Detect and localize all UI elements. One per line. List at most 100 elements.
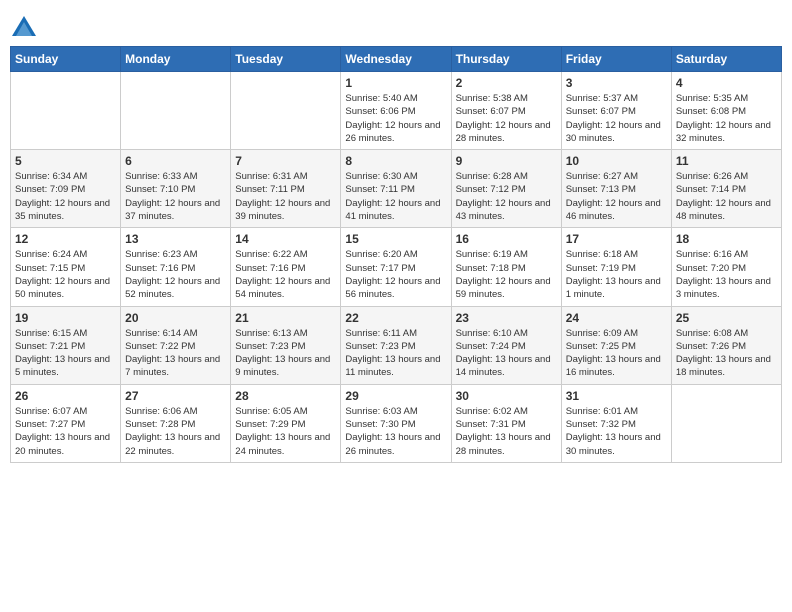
calendar-cell: 6 Sunrise: 6:33 AM Sunset: 7:10 PM Daylig… <box>121 150 231 228</box>
day-info: Sunrise: 6:16 AM Sunset: 7:20 PM Dayligh… <box>676 248 777 301</box>
day-number: 25 <box>676 311 777 325</box>
day-info: Sunrise: 6:30 AM Sunset: 7:11 PM Dayligh… <box>345 170 446 223</box>
day-info: Sunrise: 6:09 AM Sunset: 7:25 PM Dayligh… <box>566 327 667 380</box>
weekday-header: Thursday <box>451 47 561 72</box>
calendar-cell <box>121 72 231 150</box>
weekday-header: Tuesday <box>231 47 341 72</box>
day-info: Sunrise: 5:37 AM Sunset: 6:07 PM Dayligh… <box>566 92 667 145</box>
calendar-cell: 15Sunrise: 6:20 AM Sunset: 7:17 PM Dayli… <box>341 228 451 306</box>
day-info: Sunrise: 6:34 AM Sunset: 7:09 PM Dayligh… <box>15 170 116 223</box>
calendar-week-row: 26 Sunrise: 6:07 AM Sunset: 7:27 PM Dayli… <box>11 384 782 462</box>
calendar-cell: 12 Sunrise: 6:24 AM Sunset: 7:15 PM Dayli… <box>11 228 121 306</box>
day-info: Sunrise: 6:10 AM Sunset: 7:24 PM Dayligh… <box>456 327 557 380</box>
weekday-header: Sunday <box>11 47 121 72</box>
calendar-cell: 13 Sunrise: 6:23 AM Sunset: 7:16 PM Dayli… <box>121 228 231 306</box>
calendar-cell: 2 Sunrise: 5:38 AM Sunset: 6:07 PM Daylig… <box>451 72 561 150</box>
day-number: 26 <box>15 389 116 403</box>
day-number: 30 <box>456 389 557 403</box>
calendar-cell: 17 Sunrise: 6:18 AM Sunset: 7:19 PM Dayli… <box>561 228 671 306</box>
calendar-week-row: 12 Sunrise: 6:24 AM Sunset: 7:15 PM Dayli… <box>11 228 782 306</box>
day-info: Sunrise: 6:33 AM Sunset: 7:10 PM Dayligh… <box>125 170 226 223</box>
calendar-cell: 29 Sunrise: 6:03 AM Sunset: 7:30 PM Dayli… <box>341 384 451 462</box>
day-number: 27 <box>125 389 226 403</box>
calendar-cell: 8 Sunrise: 6:30 AM Sunset: 7:11 PM Daylig… <box>341 150 451 228</box>
day-info: Sunrise: 6:07 AM Sunset: 7:27 PM Dayligh… <box>15 405 116 458</box>
calendar-cell: 24 Sunrise: 6:09 AM Sunset: 7:25 PM Dayli… <box>561 306 671 384</box>
calendar-cell: 10 Sunrise: 6:27 AM Sunset: 7:13 PM Dayli… <box>561 150 671 228</box>
day-number: 10 <box>566 154 667 168</box>
calendar-cell: 4Sunrise: 5:35 AM Sunset: 6:08 PM Daylig… <box>671 72 781 150</box>
day-number: 18 <box>676 232 777 246</box>
weekday-header: Saturday <box>671 47 781 72</box>
calendar-cell: 22 Sunrise: 6:11 AM Sunset: 7:23 PM Dayli… <box>341 306 451 384</box>
day-number: 4 <box>676 76 777 90</box>
day-number: 11 <box>676 154 777 168</box>
calendar-cell: 21Sunrise: 6:13 AM Sunset: 7:23 PM Dayli… <box>231 306 341 384</box>
calendar-header-row: SundayMondayTuesdayWednesdayThursdayFrid… <box>11 47 782 72</box>
day-info: Sunrise: 6:31 AM Sunset: 7:11 PM Dayligh… <box>235 170 336 223</box>
day-number: 24 <box>566 311 667 325</box>
day-number: 6 <box>125 154 226 168</box>
day-number: 2 <box>456 76 557 90</box>
day-info: Sunrise: 6:24 AM Sunset: 7:15 PM Dayligh… <box>15 248 116 301</box>
day-info: Sunrise: 6:11 AM Sunset: 7:23 PM Dayligh… <box>345 327 446 380</box>
day-info: Sunrise: 6:01 AM Sunset: 7:32 PM Dayligh… <box>566 405 667 458</box>
day-number: 5 <box>15 154 116 168</box>
day-info: Sunrise: 6:13 AM Sunset: 7:23 PM Dayligh… <box>235 327 336 380</box>
day-info: Sunrise: 6:23 AM Sunset: 7:16 PM Dayligh… <box>125 248 226 301</box>
calendar-cell <box>671 384 781 462</box>
calendar-cell <box>11 72 121 150</box>
calendar-cell: 23Sunrise: 6:10 AM Sunset: 7:24 PM Dayli… <box>451 306 561 384</box>
calendar-cell: 18 Sunrise: 6:16 AM Sunset: 7:20 PM Dayli… <box>671 228 781 306</box>
calendar-cell: 30 Sunrise: 6:02 AM Sunset: 7:31 PM Dayli… <box>451 384 561 462</box>
calendar-cell: 5 Sunrise: 6:34 AM Sunset: 7:09 PM Daylig… <box>11 150 121 228</box>
day-number: 29 <box>345 389 446 403</box>
calendar-cell: 31 Sunrise: 6:01 AM Sunset: 7:32 PM Dayli… <box>561 384 671 462</box>
logo <box>10 14 42 42</box>
weekday-header: Wednesday <box>341 47 451 72</box>
day-info: Sunrise: 6:06 AM Sunset: 7:28 PM Dayligh… <box>125 405 226 458</box>
calendar-cell: 25 Sunrise: 6:08 AM Sunset: 7:26 PM Dayli… <box>671 306 781 384</box>
calendar-cell: 19 Sunrise: 6:15 AM Sunset: 7:21 PM Dayli… <box>11 306 121 384</box>
day-info: Sunrise: 6:19 AM Sunset: 7:18 PM Dayligh… <box>456 248 557 301</box>
calendar-cell: 7 Sunrise: 6:31 AM Sunset: 7:11 PM Daylig… <box>231 150 341 228</box>
page-header <box>10 10 782 42</box>
day-number: 8 <box>345 154 446 168</box>
day-info: Sunrise: 6:08 AM Sunset: 7:26 PM Dayligh… <box>676 327 777 380</box>
day-info: Sunrise: 6:15 AM Sunset: 7:21 PM Dayligh… <box>15 327 116 380</box>
calendar-week-row: 19 Sunrise: 6:15 AM Sunset: 7:21 PM Dayli… <box>11 306 782 384</box>
day-number: 12 <box>15 232 116 246</box>
calendar-cell: 27 Sunrise: 6:06 AM Sunset: 7:28 PM Dayli… <box>121 384 231 462</box>
calendar-cell: 9Sunrise: 6:28 AM Sunset: 7:12 PM Daylig… <box>451 150 561 228</box>
day-info: Sunrise: 5:38 AM Sunset: 6:07 PM Dayligh… <box>456 92 557 145</box>
calendar-cell: 1 Sunrise: 5:40 AM Sunset: 6:06 PM Daylig… <box>341 72 451 150</box>
day-info: Sunrise: 6:20 AM Sunset: 7:17 PM Dayligh… <box>345 248 446 301</box>
day-number: 17 <box>566 232 667 246</box>
day-info: Sunrise: 6:05 AM Sunset: 7:29 PM Dayligh… <box>235 405 336 458</box>
calendar-cell: 14Sunrise: 6:22 AM Sunset: 7:16 PM Dayli… <box>231 228 341 306</box>
day-number: 7 <box>235 154 336 168</box>
calendar-cell: 20Sunrise: 6:14 AM Sunset: 7:22 PM Dayli… <box>121 306 231 384</box>
day-number: 31 <box>566 389 667 403</box>
day-info: Sunrise: 6:27 AM Sunset: 7:13 PM Dayligh… <box>566 170 667 223</box>
day-info: Sunrise: 6:18 AM Sunset: 7:19 PM Dayligh… <box>566 248 667 301</box>
day-number: 14 <box>235 232 336 246</box>
day-info: Sunrise: 6:28 AM Sunset: 7:12 PM Dayligh… <box>456 170 557 223</box>
day-number: 20 <box>125 311 226 325</box>
day-info: Sunrise: 6:02 AM Sunset: 7:31 PM Dayligh… <box>456 405 557 458</box>
day-number: 19 <box>15 311 116 325</box>
day-number: 28 <box>235 389 336 403</box>
day-number: 1 <box>345 76 446 90</box>
day-number: 22 <box>345 311 446 325</box>
calendar-cell: 26 Sunrise: 6:07 AM Sunset: 7:27 PM Dayli… <box>11 384 121 462</box>
day-info: Sunrise: 5:40 AM Sunset: 6:06 PM Dayligh… <box>345 92 446 145</box>
day-number: 13 <box>125 232 226 246</box>
calendar-table: SundayMondayTuesdayWednesdayThursdayFrid… <box>10 46 782 463</box>
calendar-week-row: 5 Sunrise: 6:34 AM Sunset: 7:09 PM Daylig… <box>11 150 782 228</box>
day-number: 16 <box>456 232 557 246</box>
day-info: Sunrise: 6:03 AM Sunset: 7:30 PM Dayligh… <box>345 405 446 458</box>
weekday-header: Monday <box>121 47 231 72</box>
calendar-cell <box>231 72 341 150</box>
calendar-cell: 16 Sunrise: 6:19 AM Sunset: 7:18 PM Dayli… <box>451 228 561 306</box>
weekday-header: Friday <box>561 47 671 72</box>
